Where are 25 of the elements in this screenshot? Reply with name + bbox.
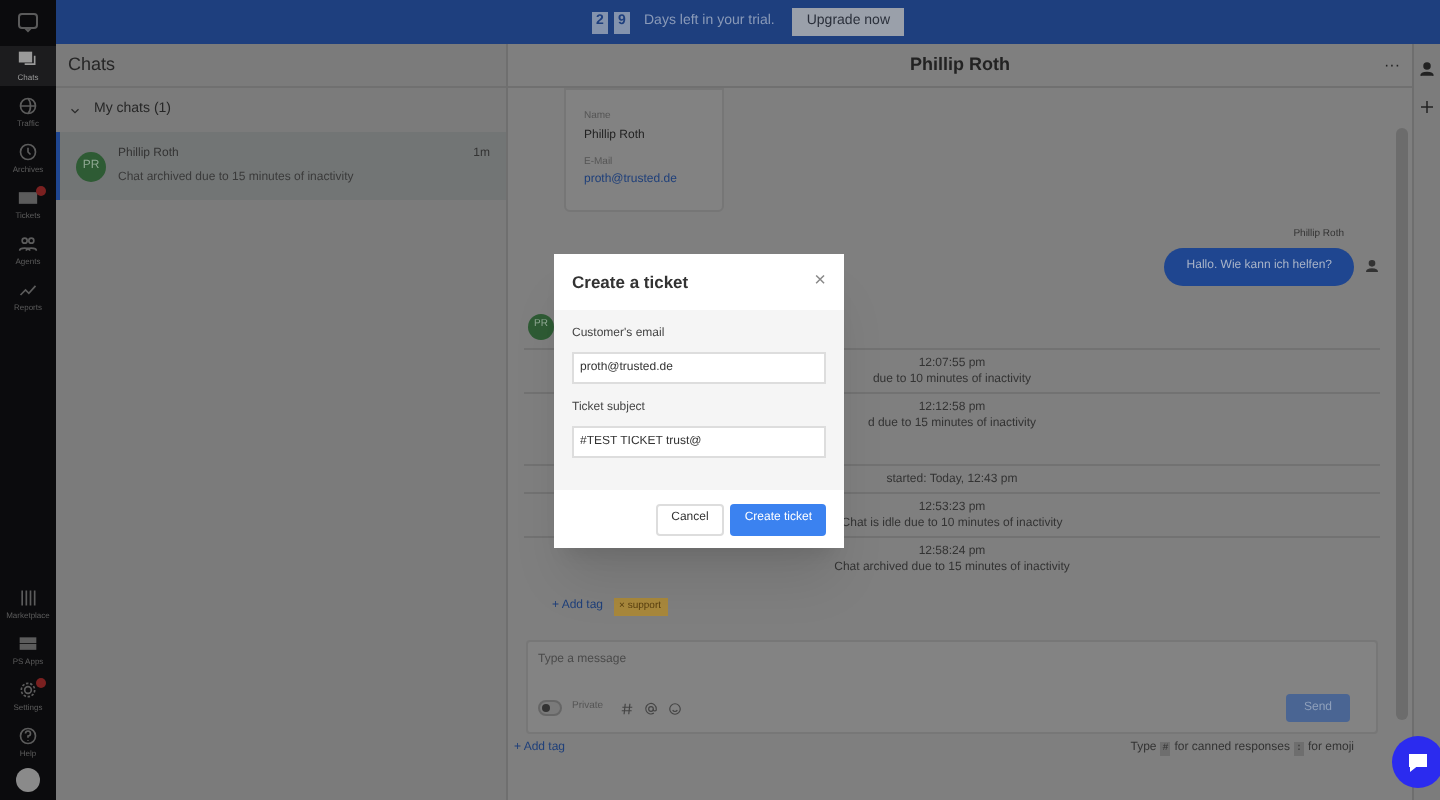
settings-icon [18,680,38,700]
clock-icon [18,142,38,162]
plus-icon [1418,98,1436,116]
grid-icon [18,588,38,608]
smiley-icon [667,701,682,715]
stack-icon [18,634,38,654]
chat-bubbles-icon [18,50,38,70]
globe-icon [18,96,38,116]
close-button[interactable]: × [814,272,826,292]
chart-line-icon [18,280,38,300]
chat-bubble-icon [1406,750,1430,774]
more-button[interactable]: ··· [1384,54,1400,78]
dialog-title: Create a ticket [572,269,689,295]
panel-title: Chats [68,51,116,78]
private-toggle[interactable] [538,700,562,716]
person-icon [1418,60,1436,78]
help-icon [18,726,38,746]
people-icon [18,234,38,254]
chevron-icon [68,103,82,117]
at-sign-icon [643,701,658,715]
conversation-title: Phillip Roth [910,51,1010,78]
hash-icon [619,701,634,715]
person-icon [1364,258,1380,274]
ticket-icon [18,188,38,208]
logo-icon [16,10,40,34]
